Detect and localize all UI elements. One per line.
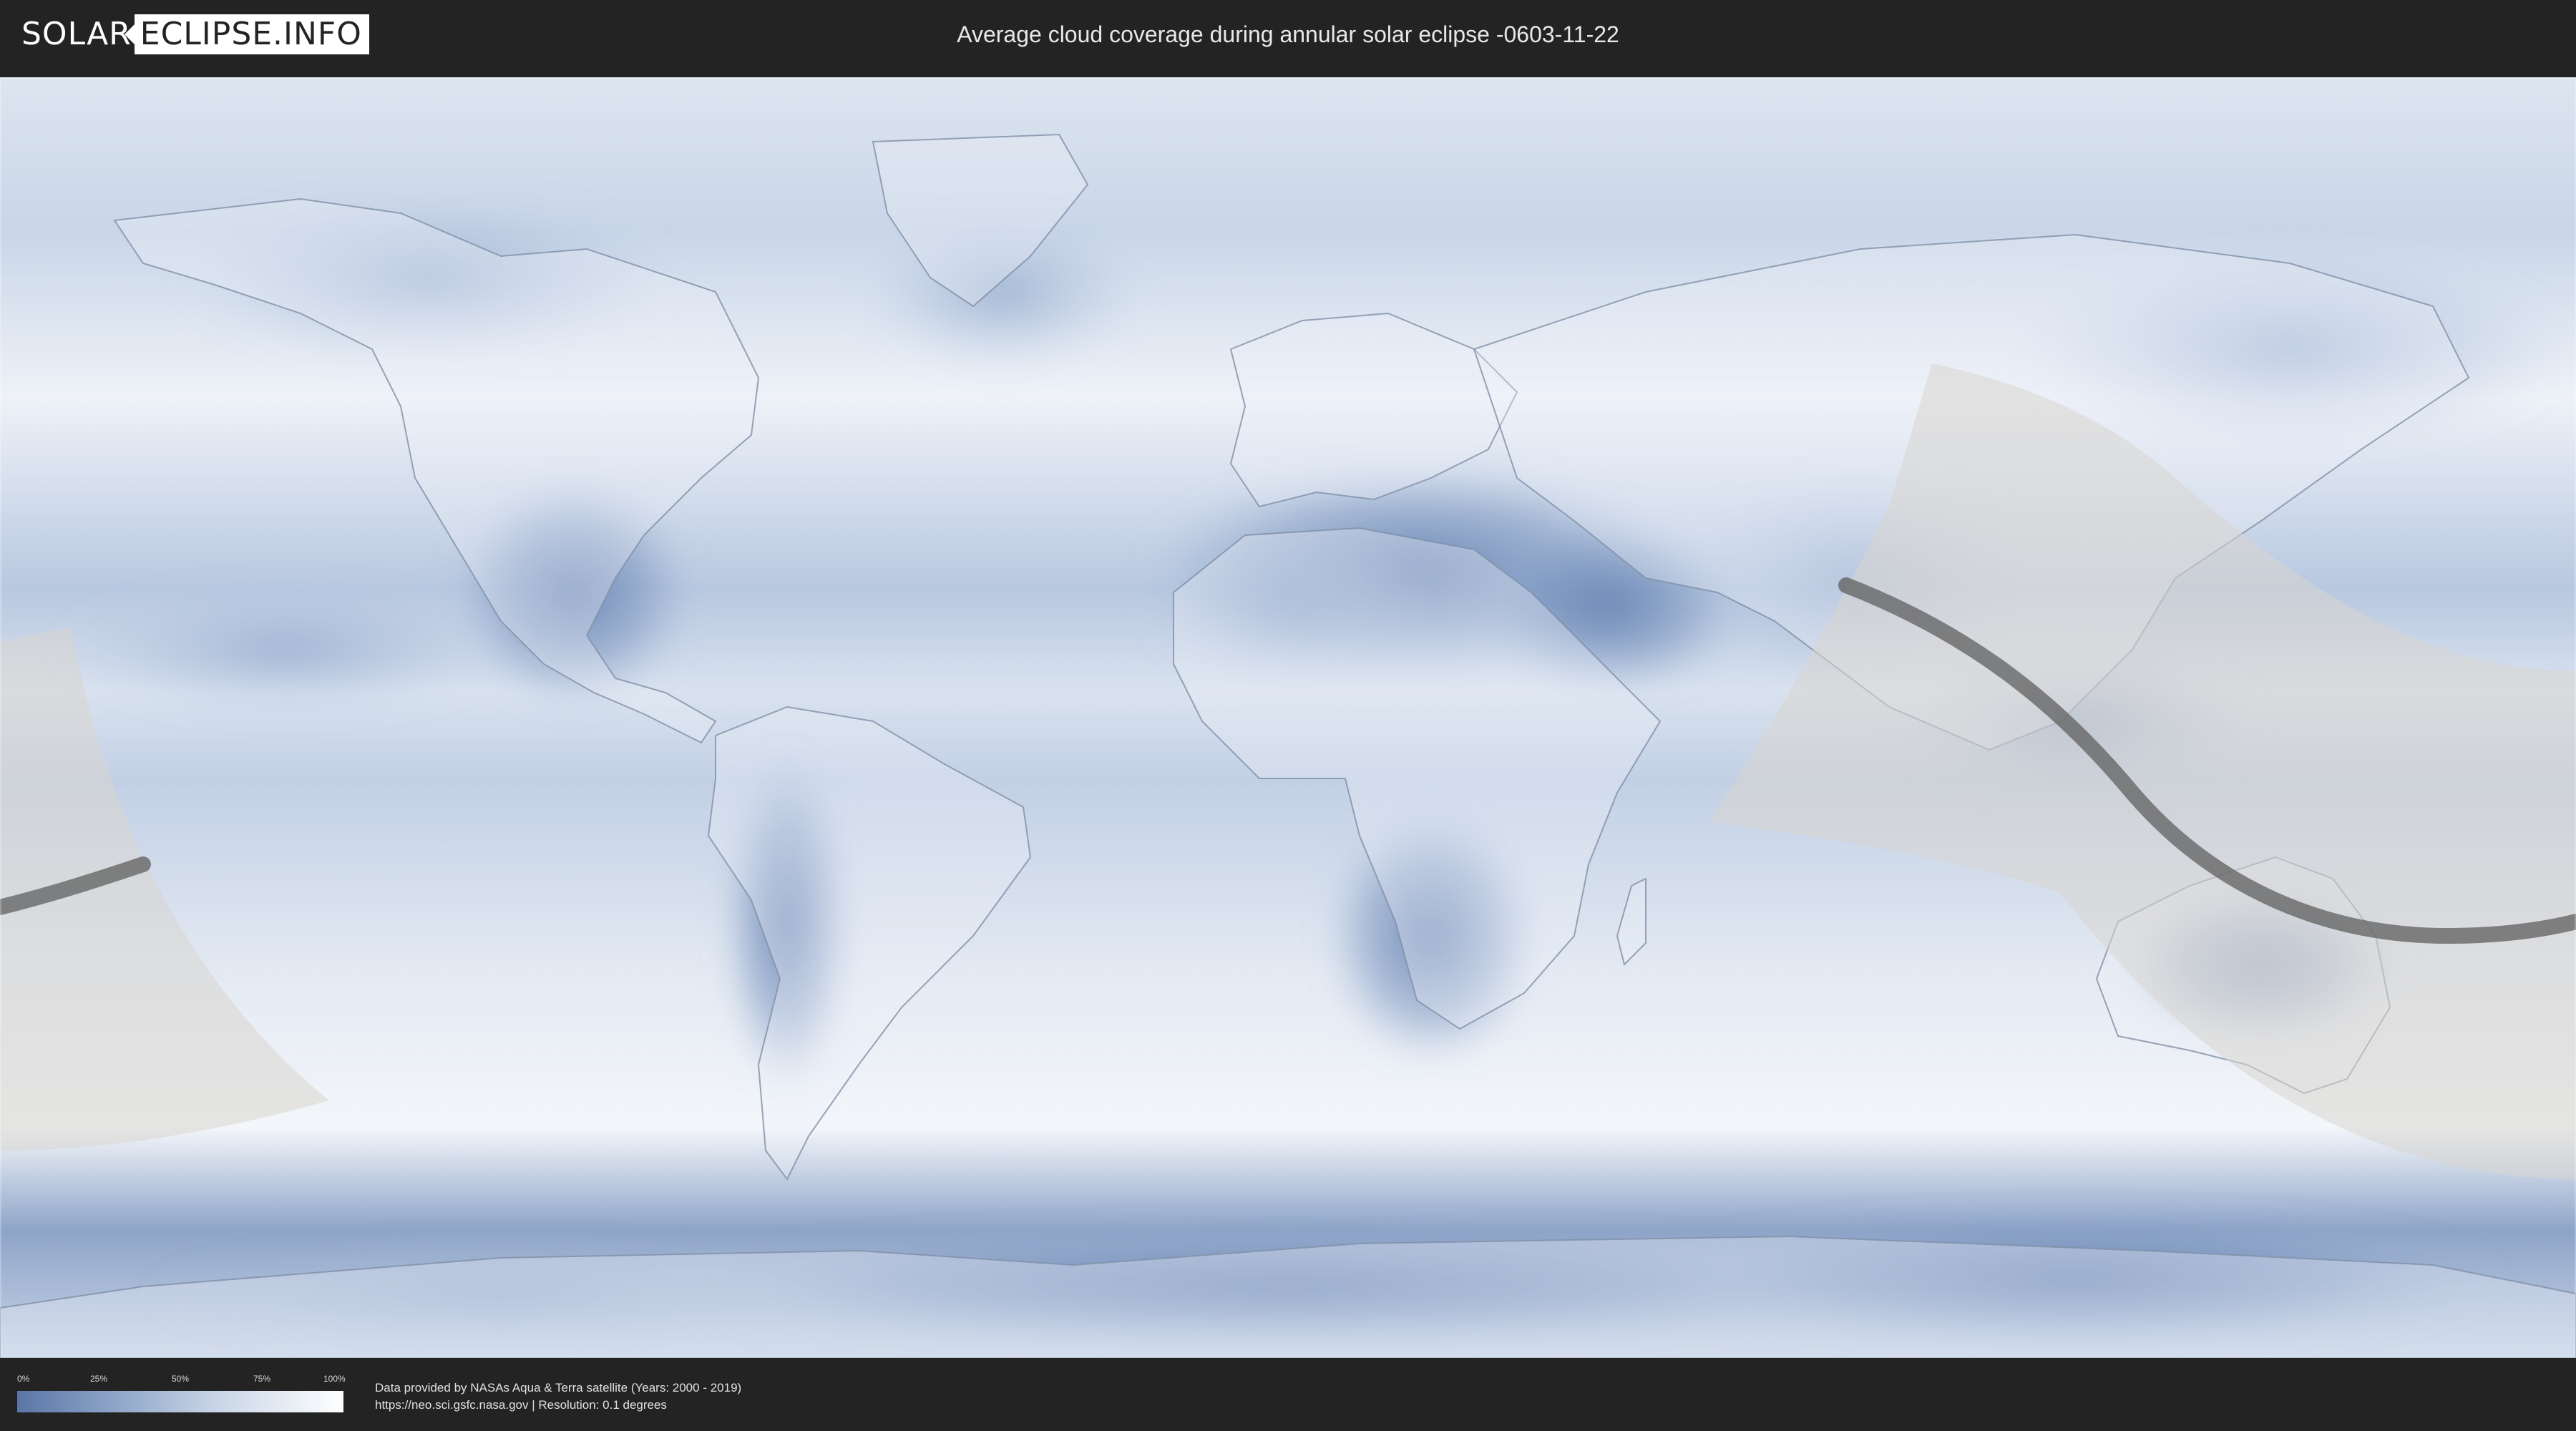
world-map-svg <box>0 77 2576 1358</box>
footer-bar: 0% 25% 50% 75% 100% Data provided by NAS… <box>0 1358 2576 1431</box>
legend-ticks: 0% 25% 50% 75% 100% <box>17 1374 346 1385</box>
cloud-coverage-map <box>0 77 2576 1358</box>
legend-tick-100: 100% <box>323 1374 346 1384</box>
legend-tick-0: 0% <box>17 1374 30 1384</box>
page-title: Average cloud coverage during annular so… <box>957 21 1619 47</box>
legend-color-bar <box>17 1391 343 1412</box>
page: SOLAR ECLIPSE.INFO Average cloud coverag… <box>0 0 2576 1431</box>
cloud-coverage-legend: 0% 25% 50% 75% 100% <box>17 1374 346 1414</box>
credits-line-1: Data provided by NASAs Aqua & Terra sate… <box>375 1381 742 1395</box>
data-credits: Data provided by NASAs Aqua & Terra sate… <box>375 1379 741 1414</box>
credits-line-2: https://neo.sci.gsfc.nasa.gov | Resoluti… <box>375 1398 667 1412</box>
legend-tick-50: 50% <box>172 1374 190 1384</box>
header-bar: SOLAR ECLIPSE.INFO Average cloud coverag… <box>0 0 2576 72</box>
legend-tick-75: 75% <box>253 1374 271 1384</box>
legend-tick-25: 25% <box>90 1374 108 1384</box>
